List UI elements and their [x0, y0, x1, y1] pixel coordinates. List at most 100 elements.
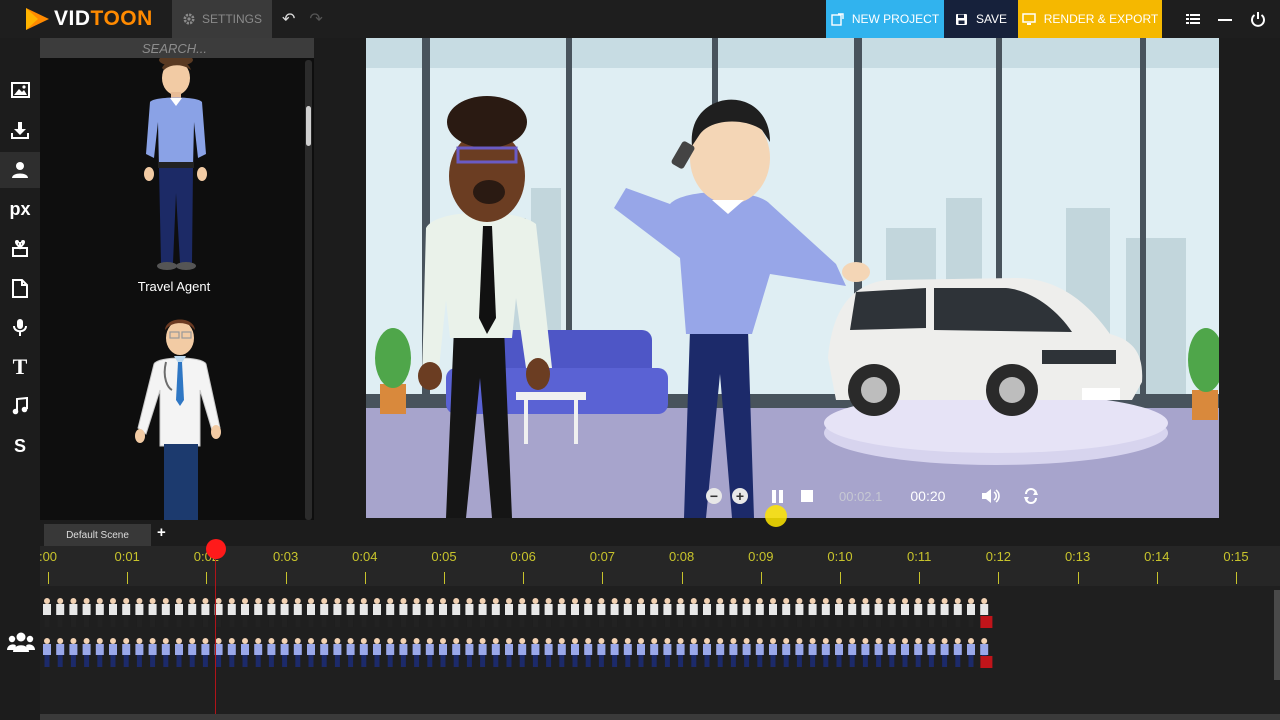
doctor-thumbnail[interactable] — [128, 316, 228, 520]
keyframe-thumbnail — [439, 638, 447, 667]
keyframe-thumbnail — [623, 598, 632, 627]
track-travel-agent[interactable] — [40, 596, 1000, 630]
track-character-2[interactable] — [40, 636, 1000, 670]
top-bar: VIDTOON SETTINGS ↶ ↷ NEW PROJECT SAVE RE… — [0, 0, 1280, 38]
track-end-marker[interactable] — [980, 656, 993, 668]
keyframe-thumbnail — [901, 598, 909, 627]
loop-icon[interactable] — [1023, 488, 1039, 504]
volume-icon[interactable] — [981, 488, 1001, 504]
monitor-icon — [1022, 12, 1036, 25]
keyframe-thumbnail — [82, 638, 91, 667]
sidebar-item-characters[interactable] — [0, 152, 40, 188]
sidebar-item-text[interactable]: T — [0, 349, 40, 385]
microphone-icon — [13, 319, 27, 336]
keyframe-thumbnail — [161, 598, 170, 627]
playhead-handle[interactable] — [206, 539, 226, 559]
keyframe-thumbnail — [742, 598, 751, 627]
keyframe-thumbnail — [439, 598, 447, 627]
ruler-tick — [444, 572, 445, 584]
props-icon — [12, 240, 28, 257]
sidebar-item-props[interactable] — [0, 230, 40, 266]
sidebar-item-images[interactable] — [0, 72, 40, 108]
zoom-out-button[interactable]: − — [706, 488, 722, 504]
timeline-ruler[interactable]: :00 0:01 0:02 0:03 0:04 0:05 0:06 0:07 0:08 0:09 0… — [39, 546, 1280, 586]
keyframe-thumbnail — [835, 638, 843, 667]
keyframe-thumbnail — [69, 638, 78, 667]
sidebar-item-voice[interactable] — [0, 309, 40, 345]
keyframe-thumbnail — [412, 598, 421, 627]
image-icon — [10, 82, 30, 98]
keyframe-thumbnail — [201, 638, 210, 667]
search-input[interactable] — [40, 38, 314, 58]
keyframe-thumbnail — [56, 638, 65, 667]
new-project-button[interactable]: NEW PROJECT — [826, 0, 944, 38]
sidebar-item-download[interactable] — [0, 112, 40, 148]
keyframe-thumbnail — [874, 638, 883, 667]
redo-icon[interactable]: ↷ — [309, 9, 322, 29]
keyframe-thumbnail — [478, 638, 487, 667]
ruler-tick-label: 0:01 — [114, 549, 140, 564]
window-controls — [1162, 0, 1280, 38]
ruler-tick-label: 0:06 — [510, 549, 536, 564]
render-export-button[interactable]: RENDER & EXPORT — [1018, 0, 1162, 38]
keyframe-thumbnail — [887, 598, 896, 627]
timeline-vertical-scrollbar[interactable] — [1274, 590, 1280, 680]
ruler-tick — [206, 572, 208, 584]
keyframe-thumbnail — [927, 598, 936, 627]
keyframe-thumbnail — [861, 598, 870, 627]
search-bar — [40, 38, 314, 58]
text-icon: T — [12, 354, 28, 379]
tab-default-scene[interactable]: Default Scene — [44, 524, 151, 546]
left-tool-rail: px T S — [0, 38, 40, 520]
keyframe-thumbnail — [452, 598, 461, 627]
keyframe-thumbnail — [795, 598, 804, 627]
keyframe-thumbnail — [56, 598, 65, 627]
mouse-cursor-highlight — [765, 505, 787, 527]
keyframe-thumbnail — [109, 598, 117, 627]
track-end-marker[interactable] — [980, 616, 993, 628]
keyframe-thumbnail — [571, 598, 579, 627]
total-time: 00:20 — [910, 488, 946, 504]
minimize-icon[interactable] — [1218, 13, 1232, 25]
zoom-in-button[interactable]: + — [732, 488, 748, 504]
power-icon[interactable] — [1250, 11, 1266, 27]
pause-button[interactable] — [772, 489, 783, 503]
new-file-icon — [831, 12, 844, 26]
save-button[interactable]: SAVE — [944, 0, 1018, 38]
keyframe-thumbnail — [782, 638, 791, 667]
sidebar-item-storyblocks[interactable]: S — [0, 428, 40, 464]
travel-agent-thumbnail[interactable] — [136, 58, 216, 272]
keyframe-thumbnail — [386, 598, 395, 627]
keyframe-thumbnail — [901, 638, 909, 667]
sidebar-item-documents[interactable] — [0, 270, 40, 306]
keyframe-thumbnail — [782, 598, 791, 627]
sidebar-item-pixabay[interactable]: px — [0, 191, 40, 227]
keyframe-thumbnail — [531, 638, 540, 667]
keyframe-thumbnail — [122, 598, 131, 627]
characters-group-icon[interactable] — [7, 630, 35, 654]
keyframe-thumbnail — [861, 638, 870, 667]
sidebar-item-music[interactable] — [0, 388, 40, 424]
undo-icon[interactable]: ↶ — [282, 9, 295, 29]
menu-icon[interactable] — [1186, 13, 1200, 25]
keyframe-thumbnail — [808, 598, 817, 627]
keyframe-thumbnail — [95, 598, 104, 627]
ruler-tick — [364, 572, 366, 584]
settings-button[interactable]: SETTINGS — [172, 0, 272, 38]
keyframe-thumbnail — [346, 598, 355, 627]
keyframe-thumbnail — [848, 598, 857, 627]
keyframe-thumbnail — [307, 598, 315, 627]
keyframe-thumbnail — [544, 598, 553, 627]
keyframe-thumbnail — [425, 598, 434, 627]
ruler-tick — [1156, 572, 1158, 584]
stage-canvas[interactable]: − + 00:02.1 00:20 — [366, 38, 1219, 518]
stop-button[interactable] — [801, 490, 813, 502]
keyframe-thumbnail — [703, 638, 711, 667]
timeline-horizontal-scrollbar[interactable] — [40, 714, 1280, 720]
panel-scrollbar-thumb[interactable] — [306, 106, 311, 146]
add-scene-button[interactable]: + — [157, 524, 166, 541]
keyframe-thumbnail — [320, 598, 329, 627]
keyframe-thumbnail — [821, 598, 830, 627]
keyframe-thumbnail — [689, 598, 698, 627]
keyframe-thumbnail — [227, 638, 236, 667]
